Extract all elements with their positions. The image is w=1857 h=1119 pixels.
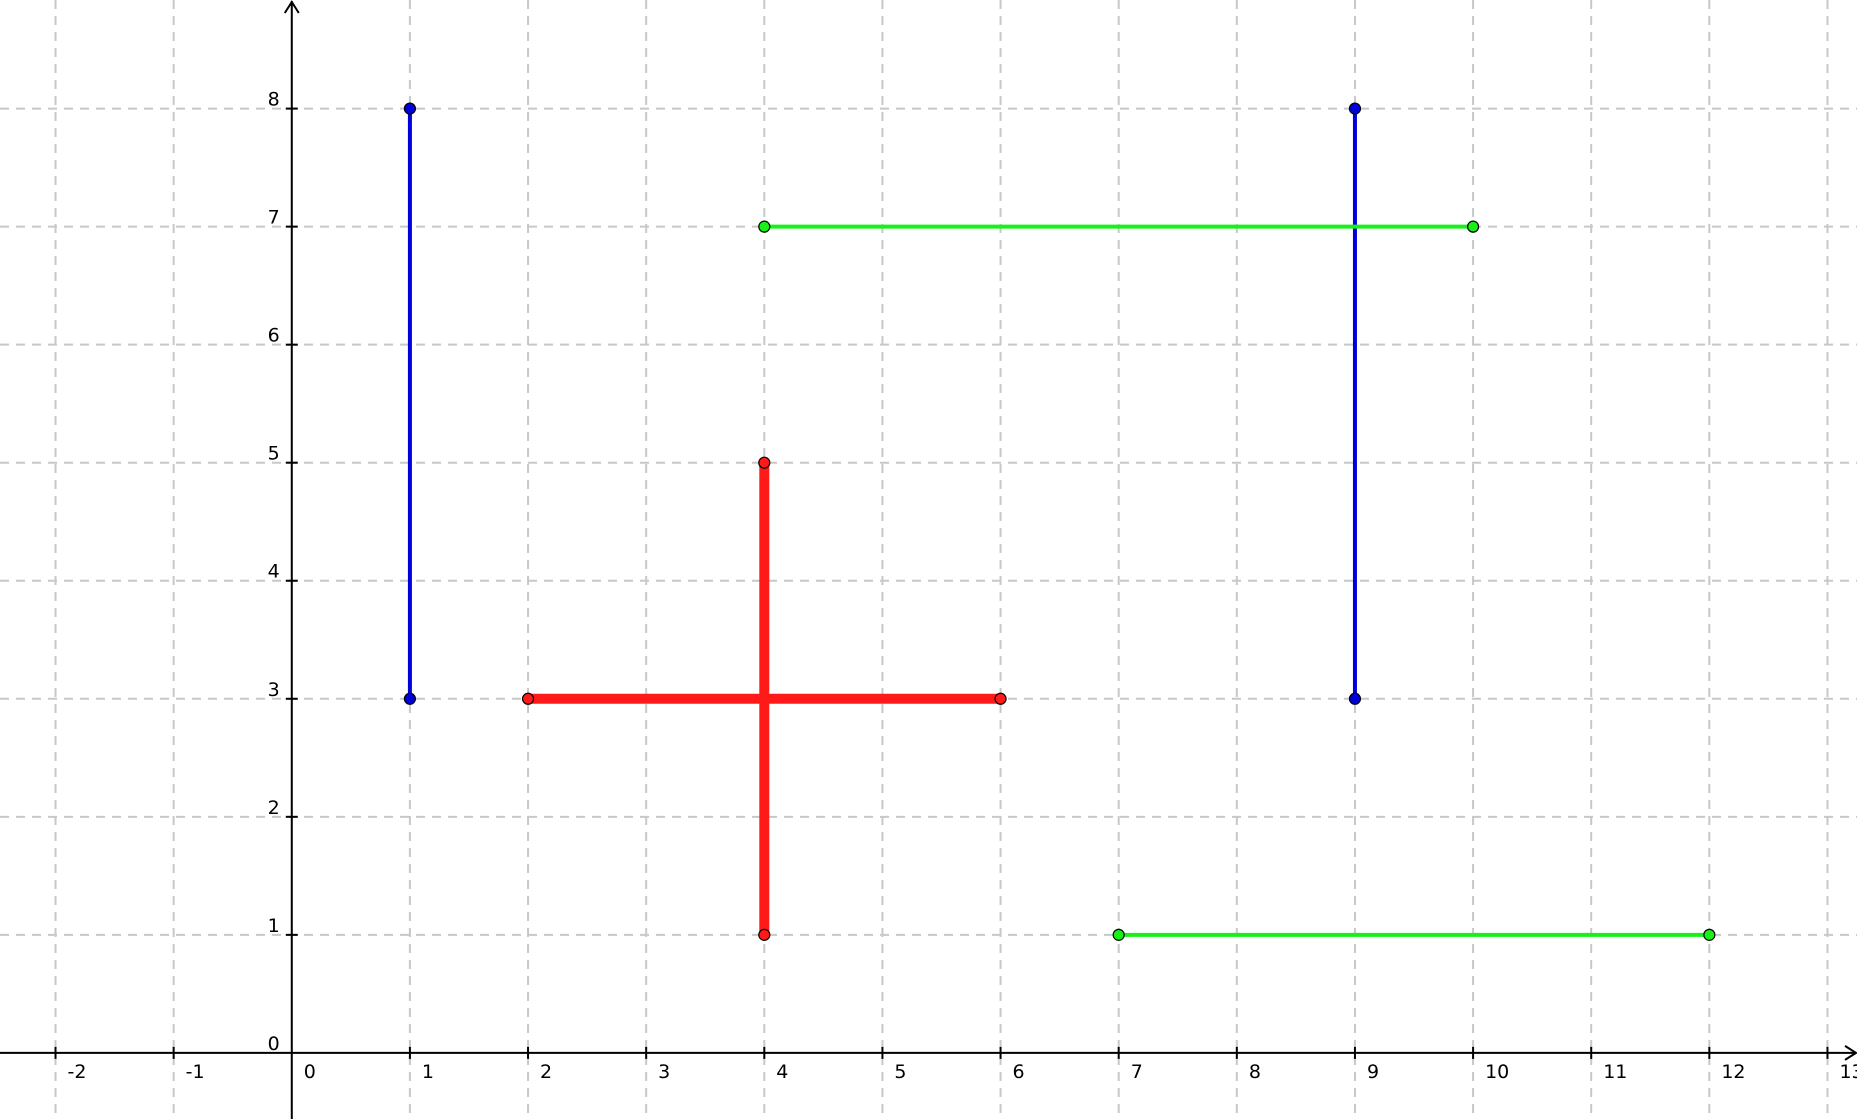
x-tick-label: 8 [1249, 1061, 1261, 1083]
green-endpoint[interactable] [1112, 928, 1125, 941]
blue-endpoint[interactable] [1348, 692, 1362, 705]
x-tick-label: 13 [1839, 1061, 1857, 1083]
green-endpoint[interactable] [758, 220, 771, 233]
green-endpoint[interactable] [1703, 928, 1716, 941]
x-tick-label: 9 [1367, 1061, 1379, 1083]
x-tick-label: 4 [776, 1061, 788, 1083]
y-tick-label: 5 [268, 443, 280, 465]
grid [0, 0, 1857, 1119]
y-tick-label: 7 [268, 207, 280, 229]
x-tick-label: 6 [1013, 1061, 1025, 1083]
endpoints [403, 102, 1716, 941]
x-tick-label: 10 [1485, 1061, 1509, 1083]
x-tick-label: -1 [186, 1061, 205, 1083]
x-tick-label: 7 [1131, 1061, 1143, 1083]
x-tick-label: 12 [1721, 1061, 1745, 1083]
y-tick-label: 8 [268, 89, 280, 111]
x-tick-label: 2 [540, 1061, 552, 1083]
coordinate-plane: -2-1012345678910111213012345678 [0, 0, 1857, 1119]
red-endpoint[interactable] [994, 692, 1007, 705]
y-tick-label: 2 [268, 797, 280, 819]
blue-endpoint[interactable] [1348, 102, 1362, 115]
blue-endpoint[interactable] [403, 692, 417, 705]
x-tick-label: 5 [894, 1061, 906, 1083]
x-tick-label: 0 [304, 1061, 316, 1083]
red-endpoint[interactable] [521, 692, 535, 705]
green-endpoint[interactable] [1466, 220, 1480, 233]
y-tick-label: 0 [268, 1033, 280, 1055]
x-tick-label: 1 [422, 1061, 434, 1083]
red-endpoint[interactable] [758, 456, 771, 469]
x-tick-label: 3 [658, 1061, 670, 1083]
blue-endpoint[interactable] [403, 102, 417, 115]
segments [407, 108, 1710, 937]
y-tick-label: 4 [268, 561, 280, 583]
y-tick-label: 1 [268, 915, 280, 937]
y-tick-label: 6 [268, 325, 280, 347]
x-tick-label: 11 [1603, 1061, 1627, 1083]
x-tick-label: -2 [68, 1061, 87, 1083]
red-endpoint[interactable] [758, 928, 771, 941]
y-tick-label: 3 [268, 679, 280, 701]
